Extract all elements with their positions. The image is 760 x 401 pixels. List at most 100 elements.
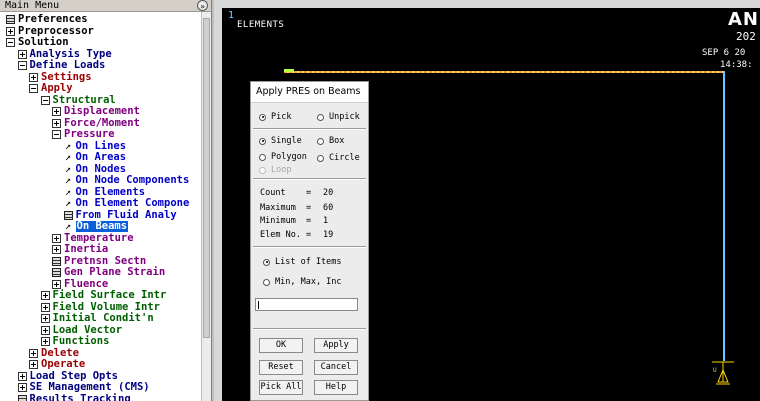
plus-box-icon[interactable] <box>17 49 27 59</box>
menu-item-label[interactable]: On Beams <box>75 221 129 233</box>
menu-item-label[interactable]: Operate <box>41 359 85 370</box>
menu-item-label[interactable]: On Lines <box>76 140 127 152</box>
plus-box-icon[interactable] <box>29 72 38 82</box>
menu-item-label[interactable]: On Areas <box>76 152 127 163</box>
menu-item-results-tracking[interactable]: Results Tracking <box>17 393 131 401</box>
menu-item-label[interactable]: Inertia <box>64 244 108 255</box>
plus-box-icon[interactable] <box>17 371 27 381</box>
menu-item-label[interactable]: Displacement <box>64 106 140 117</box>
radio-polygon-indicator[interactable] <box>259 153 266 161</box>
menu-item-label[interactable]: Results Tracking <box>30 393 131 401</box>
grid-icon[interactable] <box>52 268 61 278</box>
menu-scrollbar[interactable] <box>201 12 211 401</box>
radio-circle-indicator[interactable] <box>317 154 324 162</box>
reset-button[interactable]: Reset <box>259 360 303 375</box>
menu-item-se-management-cms[interactable]: SE Management (CMS) <box>17 382 150 394</box>
radio-unpick-indicator[interactable] <box>317 113 324 121</box>
grid-icon[interactable] <box>63 210 73 220</box>
radio-pick[interactable]: Pick <box>259 112 291 122</box>
menu-item-label[interactable]: Preferences <box>18 14 88 25</box>
menu-item-label[interactable]: Define Loads <box>30 60 106 71</box>
minus-box-icon[interactable] <box>17 61 27 71</box>
menu-item-label[interactable]: Solution <box>18 37 69 48</box>
plus-box-icon[interactable] <box>29 348 38 358</box>
help-button[interactable]: Help <box>314 380 358 395</box>
menu-item-pressure[interactable]: Pressure <box>52 129 115 141</box>
radio-list-indicator[interactable] <box>263 258 270 266</box>
arrow-icon[interactable]: ↗ <box>64 187 73 197</box>
radio-min-max-inc[interactable]: Min, Max, Inc <box>263 277 342 287</box>
menu-item-label[interactable]: Load Vector <box>53 324 123 336</box>
menu-item-preferences[interactable]: Preferences <box>6 14 88 26</box>
menu-item-field-surface-intr[interactable]: Field Surface Intr <box>40 290 167 302</box>
menu-item-initial-condit-n[interactable]: Initial Condit'n <box>40 313 154 325</box>
ok-button[interactable]: OK <box>259 338 303 353</box>
plus-box-icon[interactable] <box>40 291 50 301</box>
plus-box-icon[interactable] <box>40 314 50 324</box>
menu-item-label[interactable]: Apply <box>41 83 73 94</box>
arrow-icon[interactable]: ↗ <box>64 141 73 151</box>
menu-item-label[interactable]: Load Step Opts <box>30 370 119 382</box>
plus-box-icon[interactable] <box>40 302 50 312</box>
menu-item-label[interactable]: On Elements <box>76 186 146 198</box>
arrow-icon[interactable]: ↗ <box>64 199 73 209</box>
pick-all-button[interactable]: Pick All <box>259 380 303 395</box>
minus-box-icon[interactable] <box>29 84 38 94</box>
plus-box-icon[interactable] <box>40 337 50 347</box>
plus-box-icon[interactable] <box>29 360 38 370</box>
menu-item-inertia[interactable]: Inertia <box>52 244 108 256</box>
radio-circle[interactable]: Circle <box>317 153 360 163</box>
radio-minmax-indicator[interactable] <box>263 278 270 286</box>
plus-box-icon[interactable] <box>52 107 61 117</box>
menu-item-label[interactable]: Fluence <box>64 278 108 290</box>
menu-item-label[interactable]: From Fluid Analy <box>76 209 177 221</box>
menu-item-label[interactable]: Functions <box>53 336 110 347</box>
menu-item-label[interactable]: Field Volume Intr <box>53 301 160 313</box>
apply-button[interactable]: Apply <box>314 338 358 353</box>
minus-box-icon[interactable] <box>52 130 61 140</box>
plus-box-icon[interactable] <box>52 233 61 243</box>
arrow-icon[interactable]: ↗ <box>64 164 73 174</box>
menu-item-operate[interactable]: Operate <box>29 359 85 371</box>
radio-single[interactable]: Single <box>259 136 302 146</box>
menu-item-label[interactable]: Gen Plane Strain <box>64 267 165 278</box>
menu-item-label[interactable]: Initial Condit'n <box>53 313 154 324</box>
menu-item-on-beams[interactable]: ↗ On Beams <box>64 221 129 233</box>
arrow-icon[interactable]: ↗ <box>64 222 73 232</box>
grid-icon[interactable] <box>52 256 61 266</box>
radio-polygon[interactable]: Polygon <box>259 152 307 162</box>
grid-icon[interactable] <box>17 394 27 401</box>
minus-box-icon[interactable] <box>6 38 15 48</box>
minus-box-icon[interactable] <box>40 95 50 105</box>
menu-item-label[interactable]: Field Surface Intr <box>53 290 167 301</box>
plus-box-icon[interactable] <box>17 383 27 393</box>
radio-unpick[interactable]: Unpick <box>317 112 360 122</box>
collapse-menu-button[interactable]: » <box>197 0 208 11</box>
arrow-icon[interactable]: ↗ <box>64 176 73 186</box>
menu-item-define-loads[interactable]: Define Loads <box>17 60 106 72</box>
menu-item-label[interactable]: On Nodes <box>76 163 127 175</box>
menu-item-apply[interactable]: Apply <box>29 83 73 95</box>
menu-item-label[interactable]: Force/Moment <box>64 117 140 129</box>
menu-item-on-areas[interactable]: ↗ On Areas <box>64 152 127 164</box>
menu-item-solution[interactable]: Solution <box>6 37 69 49</box>
plus-box-icon[interactable] <box>6 26 15 36</box>
menu-item-label[interactable]: Analysis Type <box>30 48 112 60</box>
menu-item-label[interactable]: Pressure <box>64 129 115 140</box>
menu-item-label[interactable]: On Node Components <box>76 175 190 186</box>
plus-box-icon[interactable] <box>40 325 50 335</box>
radio-box-indicator[interactable] <box>317 137 324 145</box>
menu-item-label[interactable]: Pretnsn Sectn <box>64 255 146 267</box>
grid-icon[interactable] <box>6 15 15 25</box>
dialog-title-bar[interactable]: Apply PRES on Beams <box>251 82 368 103</box>
menu-item-label[interactable]: On Element Compone <box>76 198 190 209</box>
menu-item-label[interactable]: Structural <box>53 94 116 106</box>
plus-box-icon[interactable] <box>52 279 61 289</box>
plus-box-icon[interactable] <box>52 118 61 128</box>
menu-item-functions[interactable]: Functions <box>40 336 110 348</box>
cancel-button[interactable]: Cancel <box>314 360 358 375</box>
menu-item-on-element-compone[interactable]: ↗ On Element Compone <box>64 198 190 210</box>
menu-item-displacement[interactable]: Displacement <box>52 106 140 118</box>
menu-item-on-node-components[interactable]: ↗ On Node Components <box>64 175 190 187</box>
menu-item-label[interactable]: SE Management (CMS) <box>30 382 150 393</box>
